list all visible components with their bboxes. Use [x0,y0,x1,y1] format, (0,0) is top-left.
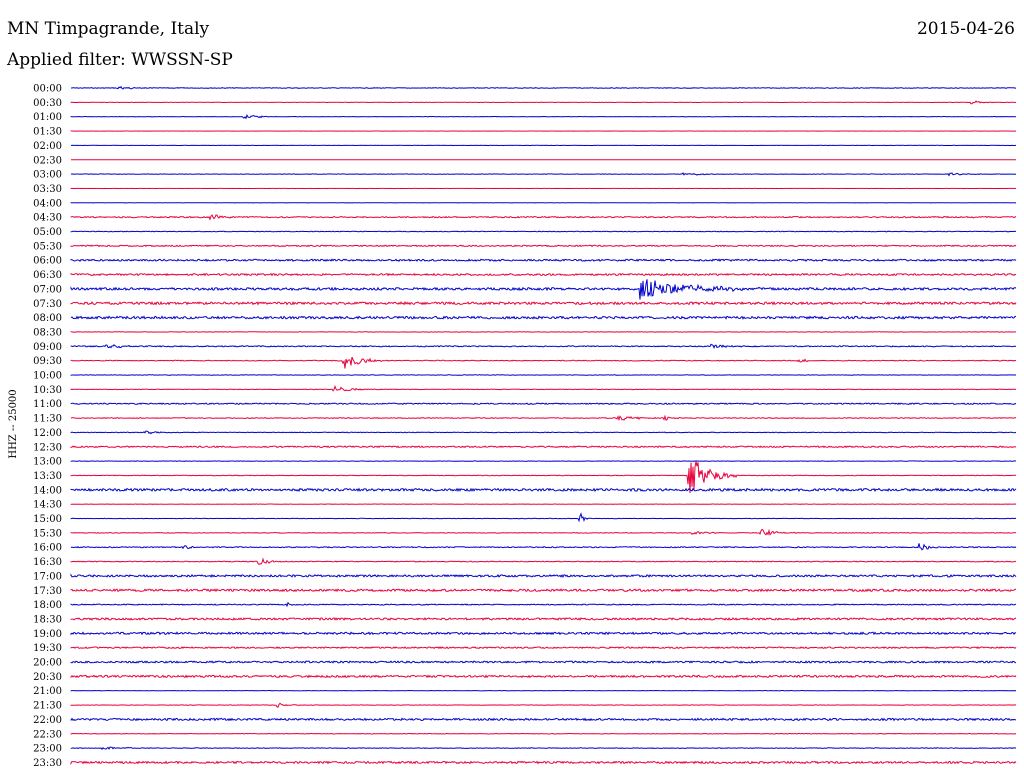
seismic-trace [70,279,1017,300]
row-time-label: 23:30 [33,758,62,769]
seismic-trace [70,385,1017,392]
row-time-label: 22:00 [33,715,62,726]
row-time-label: 15:30 [33,528,62,539]
row-time-label: 11:30 [33,414,62,425]
row-time-label: 10:00 [33,371,62,382]
row-time-label: 07:00 [33,284,62,295]
seismic-trace [70,617,1017,621]
row-time-label: 19:30 [33,643,62,654]
seismic-trace [70,230,1016,233]
row-time-label: 17:00 [33,571,62,582]
seismic-trace [70,414,1017,422]
seismic-trace [70,528,1017,536]
row-time-label: 23:00 [33,744,62,755]
row-time-label: 10:30 [33,385,62,396]
seismic-trace [70,732,1017,735]
row-time-label: 01:00 [33,112,62,123]
seismic-trace [70,244,1017,248]
seismic-trace [70,315,1017,320]
seismic-trace [70,300,1017,306]
row-time-label: 20:30 [33,672,62,683]
row-time-label: 05:00 [33,227,62,238]
row-time-label: 08:30 [33,327,62,338]
seismic-trace [70,760,1017,766]
seismic-trace [70,100,1017,105]
row-time-label: 16:00 [33,543,62,554]
row-time-label: 07:30 [33,299,62,310]
seismic-trace [70,557,1016,566]
seismic-trace [70,573,1017,578]
seismic-trace [70,702,1017,708]
row-time-label: 16:30 [33,557,62,568]
row-time-label: 03:00 [33,170,62,181]
row-time-label: 21:30 [33,701,62,712]
row-time-label: 01:30 [33,127,62,138]
row-time-label: 22:30 [33,729,62,740]
row-time-label: 19:00 [33,629,62,640]
seismic-trace [70,445,1017,449]
seismic-trace [70,487,1017,493]
seismic-trace [70,402,1017,406]
seismic-trace [70,646,1017,650]
row-time-label: 02:30 [33,155,62,166]
seismic-trace [70,717,1017,722]
seismic-trace [70,214,1017,221]
seismic-trace [70,512,1017,523]
row-time-label: 09:00 [33,342,62,353]
seismic-trace [71,85,1017,90]
row-time-label: 15:00 [33,514,62,525]
row-time-label: 00:00 [33,84,62,95]
seismic-trace [70,430,1017,435]
seismic-trace [70,172,1017,177]
row-time-label: 03:30 [33,184,62,195]
helicorder-plot: 00:00 00:30 01:00 01:30 02:00 02:30 03:00 03:30… [8,84,1017,769]
seismic-trace [70,660,1017,664]
row-time-label: 20:00 [33,658,62,669]
seismic-trace [70,543,1017,551]
seismic-trace [70,272,1017,277]
row-time-label: 12:00 [33,428,62,439]
row-time-label: 14:30 [33,500,62,511]
row-time-label: 21:00 [33,686,62,697]
row-time-label: 06:00 [33,256,62,267]
seismic-trace [70,113,1016,120]
seismic-trace [70,356,1017,369]
row-time-label: 02:00 [33,141,62,152]
seismic-trace [70,258,1017,262]
y-axis-label: HHZ -- 25000 [8,389,19,458]
row-time-label: 04:30 [33,213,62,224]
row-time-label: 11:00 [33,399,62,410]
row-time-label: 18:00 [33,600,62,611]
row-time-label: 04:00 [33,198,62,209]
row-time-label: 00:30 [33,98,62,109]
row-time-label: 09:30 [33,356,62,367]
row-time-label: 13:00 [33,457,62,468]
seismic-trace [70,343,1017,349]
row-time-label: 17:30 [33,586,62,597]
seismic-trace [70,746,1017,751]
seismic-trace [70,631,1017,636]
seismic-trace [70,588,1016,593]
seismic-trace [70,601,1017,608]
row-time-label: 06:30 [33,270,62,281]
seismic-trace [70,674,1017,679]
row-time-label: 18:30 [33,614,62,625]
row-time-label: 08:00 [33,313,62,324]
row-time-label: 13:30 [33,471,62,482]
row-time-label: 05:30 [33,241,62,252]
row-time-label: 12:30 [33,442,62,453]
row-time-label: 14:00 [33,485,62,496]
